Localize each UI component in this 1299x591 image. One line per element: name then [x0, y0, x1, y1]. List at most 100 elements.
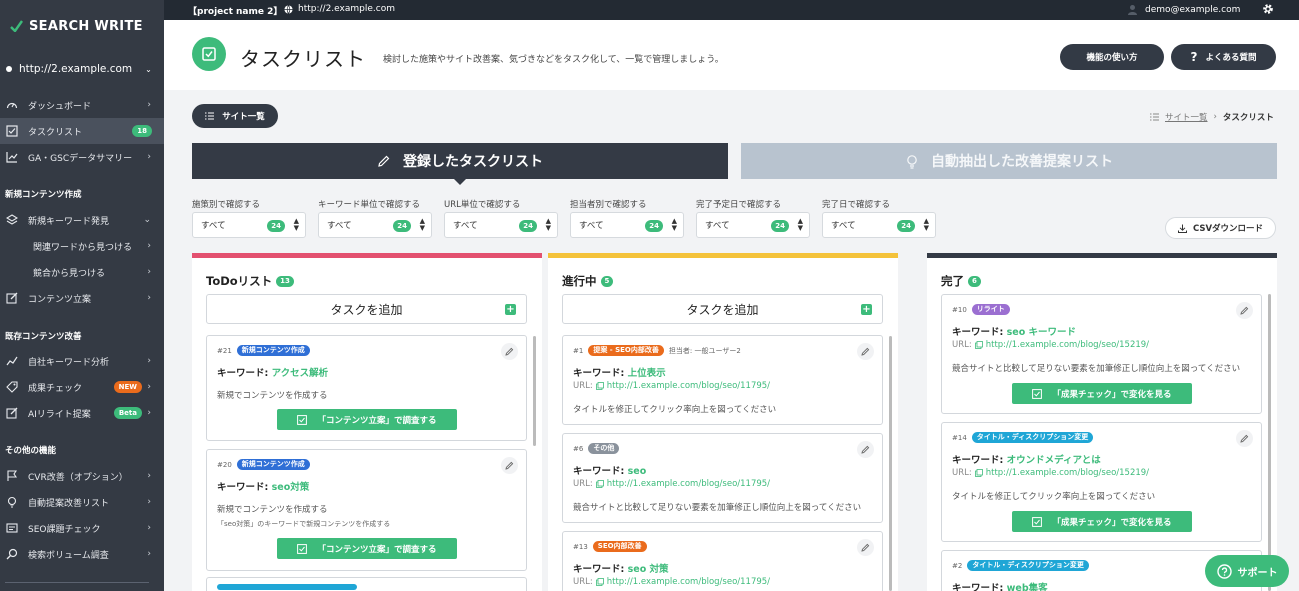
sidebar-item-related-words[interactable]: 関連ワードから見つける › [0, 233, 164, 259]
sidebar-item-auto-suggest[interactable]: 自動提案改善リスト › [0, 489, 164, 515]
task-card[interactable]: #10 リライト キーワード: seo キーワード URL: http://1.… [941, 294, 1262, 414]
external-link-icon [595, 578, 604, 586]
sidebar-item-ai-rewrite[interactable]: AIリライト提案 Beta › [0, 400, 164, 426]
task-id: #14 [952, 433, 967, 442]
filter-select[interactable]: すべて 24 ▲ ▼ [444, 212, 558, 238]
sidebar-item-ga-gsc[interactable]: GA・GSCデータサマリー › [0, 144, 164, 170]
chevron-right-icon: › [147, 408, 151, 418]
sidebar-item-competitors[interactable]: 競合から見つける › [0, 259, 164, 285]
results-check-cta-button[interactable]: 「成果チェック」で変化を見る [1012, 383, 1192, 404]
edit-pencil-icon[interactable] [501, 457, 518, 474]
task-card[interactable] [206, 577, 527, 591]
task-url[interactable]: URL: http://1.example.com/blog/seo/11795… [573, 577, 770, 587]
site-selector-label: http://2.example.com [19, 63, 133, 75]
gear-icon[interactable] [1262, 3, 1274, 15]
faq-button[interactable]: ? よくある質問 [1171, 44, 1276, 70]
edit-pencil-icon[interactable] [857, 343, 874, 360]
site-list-button[interactable]: サイト一覧 [192, 104, 278, 128]
sidebar-item-own-keyword[interactable]: 自社キーワード分析 › [0, 348, 164, 374]
sidebar-item-cvr[interactable]: CVR改善（オプション） › [0, 463, 164, 489]
edit-pencil-icon[interactable] [857, 539, 874, 556]
task-card[interactable]: #1 提案 - SEO内部改善 担当者: 一般ユーザー2 キーワード: 上位表示… [562, 335, 883, 425]
scrollbar[interactable] [889, 336, 892, 591]
scrollbar[interactable] [533, 336, 536, 446]
chart-icon [5, 151, 18, 164]
breadcrumb-parent-link[interactable]: サイト一覧 [1165, 111, 1208, 123]
task-memo: 競合サイトと比較して足りない要素を加筆修正し順位向上を図ってください [573, 503, 862, 513]
task-card[interactable]: #14 タイトル・ディスクリプション変更 キーワード: オウンドメディアとは U… [941, 422, 1262, 542]
column-title-text: 進行中 [562, 274, 597, 288]
sidebar-item-content-plan[interactable]: コンテンツ立案 › [0, 285, 164, 311]
filter-count-badge: 24 [645, 220, 663, 232]
app-logo[interactable]: SEARCH WRITE [10, 16, 143, 36]
task-url[interactable]: URL: http://1.example.com/blog/seo/11795… [573, 479, 770, 489]
user-menu[interactable]: demo@example.com [1127, 4, 1240, 15]
task-url[interactable]: URL: http://1.example.com/blog/seo/15219… [952, 340, 1149, 350]
filter-value: すべて [201, 221, 226, 231]
trend-icon [5, 355, 18, 368]
add-task-button[interactable]: タスクを追加 + [562, 294, 883, 324]
logo-icon [10, 20, 23, 32]
add-task-button[interactable]: タスクを追加 + [206, 294, 527, 324]
sidebar-item-new-keyword[interactable]: 新規キーワード発見 ⌄ [0, 207, 164, 233]
task-url[interactable]: URL: http://1.example.com/blog/seo/11795… [573, 381, 770, 391]
column-title-text: 完了 [941, 274, 964, 288]
csv-download-button[interactable]: CSVダウンロード [1165, 217, 1276, 239]
section-title-existing: 既存コンテンツ改善 [5, 332, 82, 342]
sidebar-item-label: 競合から見つける [33, 268, 106, 279]
site-selector[interactable]: http://2.example.com ⌄ [6, 61, 156, 77]
checkbox-icon [297, 414, 308, 425]
window-icon [5, 522, 18, 535]
filter-label: URL単位で確認する [444, 200, 521, 210]
task-id: #20 [217, 460, 232, 469]
top-bar: 【project name 2】 http://2.example.com de… [164, 0, 1299, 20]
add-task-label: タスクを追加 [330, 302, 403, 317]
sidebar-item-dashboard[interactable]: ダッシュボード › [0, 92, 164, 118]
project-url[interactable]: http://2.example.com [284, 4, 395, 14]
task-keyword: キーワード: seo [573, 463, 646, 477]
task-card[interactable]: #21 新規コンテンツ作成 キーワード: アクセス解析 新規でコンテンツを作成す… [206, 335, 527, 441]
keyword-value: web集客 [1006, 583, 1048, 591]
sidebar-item-results-check[interactable]: 成果チェック NEW › [0, 374, 164, 400]
filter-select[interactable]: すべて 24 ▲ ▼ [696, 212, 810, 238]
section-title-new: 新規コンテンツ作成 [5, 190, 82, 200]
edit-icon [5, 292, 18, 305]
external-link-icon [974, 469, 983, 477]
select-arrows-icon: ▲ ▼ [419, 217, 425, 232]
scrollbar[interactable] [1268, 294, 1271, 591]
task-card[interactable]: #6 その他 キーワード: seo URL: http://1.example.… [562, 433, 883, 523]
content-plan-cta-button[interactable]: 「コンテンツ立案」で調査する [277, 409, 457, 430]
filter-select[interactable]: すべて 24 ▲ ▼ [318, 212, 432, 238]
sidebar-item-label: CVR改善（オプション） [28, 472, 128, 483]
filter-select[interactable]: すべて 24 ▲ ▼ [570, 212, 684, 238]
url-value: http://1.example.com/blog/seo/11795/ [606, 479, 771, 489]
card-meta: #14 タイトル・ディスクリプション変更 [952, 432, 1094, 443]
results-check-cta-button[interactable]: 「成果チェック」で変化を見る [1012, 511, 1192, 532]
support-button[interactable]: サポート [1205, 555, 1289, 587]
tab-registered-label: 登録したタスクリスト [403, 154, 543, 170]
tab-registered-tasks[interactable]: 登録したタスクリスト [192, 143, 728, 185]
url-label: URL: [573, 381, 593, 391]
howto-button[interactable]: 機能の使い方 [1060, 44, 1164, 70]
edit-pencil-icon[interactable] [857, 441, 874, 458]
tab-auto-suggestions[interactable]: 自動抽出した改善提案リスト [741, 143, 1277, 179]
select-arrows-icon: ▲ ▼ [797, 217, 803, 232]
edit-pencil-icon[interactable] [501, 343, 518, 360]
content-plan-cta-button[interactable]: 「コンテンツ立案」で調査する [277, 538, 457, 559]
edit-pencil-icon[interactable] [1236, 302, 1253, 319]
column-title: ToDoリスト 13 [206, 273, 294, 289]
sidebar-item-search-volume[interactable]: 検索ボリューム調査 › [0, 541, 164, 567]
task-card[interactable]: #20 新規コンテンツ作成 キーワード: seo対策 新規でコンテンツを作成する… [206, 449, 527, 571]
sidebar-item-tasklist[interactable]: タスクリスト 18 [0, 118, 164, 144]
card-meta: #2 タイトル・ディスクリプション変更 [952, 560, 1089, 571]
section-title-other: その他の機能 [5, 446, 57, 456]
edit-pencil-icon[interactable] [1236, 430, 1253, 447]
external-link-icon [595, 480, 604, 488]
chevron-right-icon: › [147, 356, 151, 366]
sidebar-item-seo-issues[interactable]: SEO課題チェック › [0, 515, 164, 541]
task-card[interactable]: #13 SEO内部改善 キーワード: seo 対策 URL: http://1.… [562, 531, 883, 591]
filter-select[interactable]: すべて 24 ▲ ▼ [822, 212, 936, 238]
task-url[interactable]: URL: http://1.example.com/blog/seo/15219… [952, 468, 1149, 478]
card-meta: #21 新規コンテンツ作成 [217, 345, 310, 356]
filter-select[interactable]: すべて 24 ▲ ▼ [192, 212, 306, 238]
